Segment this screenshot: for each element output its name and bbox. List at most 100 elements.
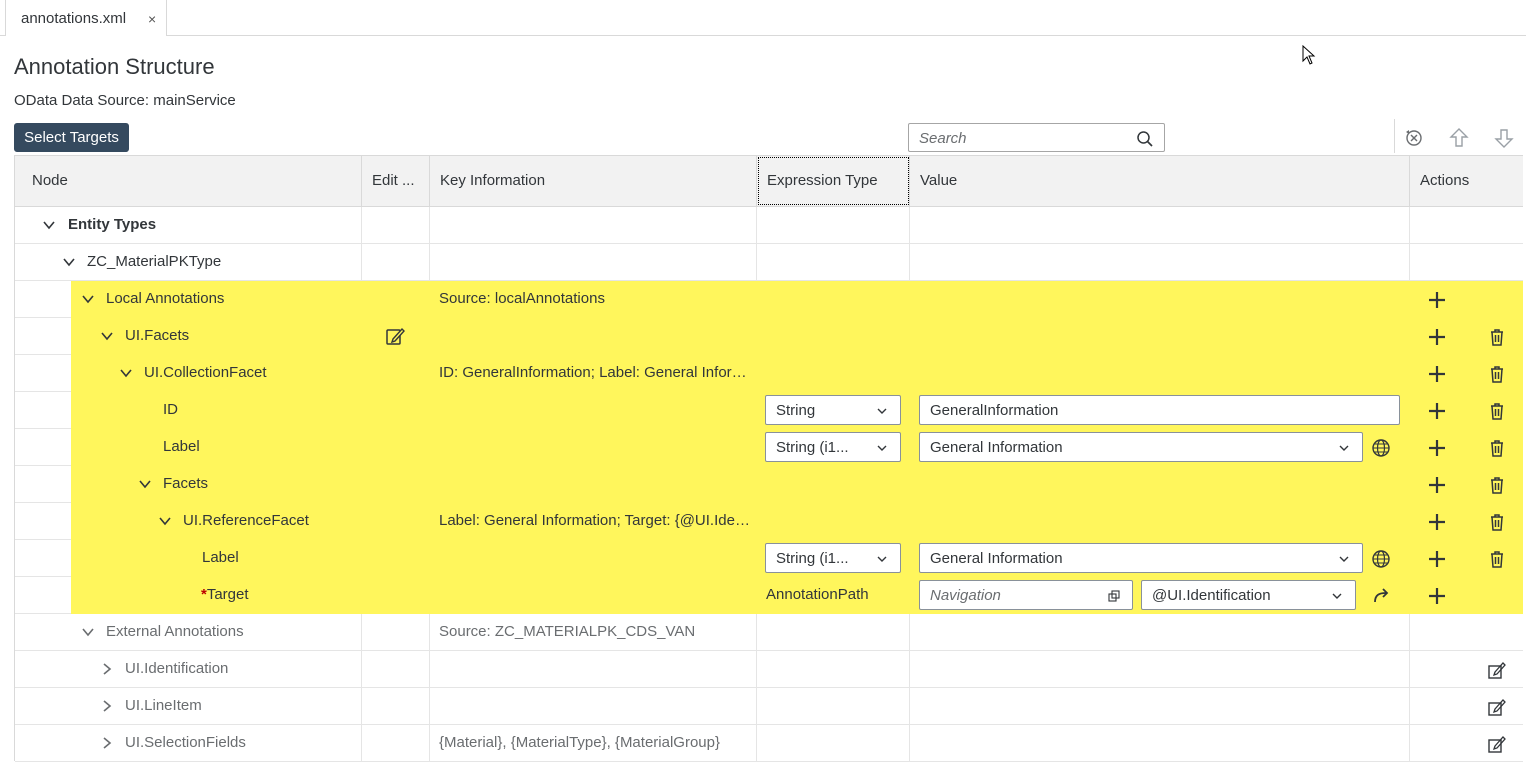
table-row[interactable]: ID String GeneralInformation — [15, 392, 1523, 429]
tab-label: annotations.xml — [21, 10, 127, 27]
collapse-chevron-icon[interactable] — [158, 514, 172, 528]
delete-icon[interactable] — [1487, 364, 1507, 384]
expand-chevron-icon[interactable] — [100, 736, 114, 750]
collapse-chevron-icon[interactable] — [100, 329, 114, 343]
table-row[interactable]: UI.Facets — [15, 318, 1523, 355]
annotation-path-combobox[interactable]: @UI.Identification — [1141, 580, 1356, 610]
expand-chevron-icon[interactable] — [100, 699, 114, 713]
table-row[interactable]: Entity Types — [15, 207, 1523, 244]
node-label: External Annotations — [106, 623, 244, 640]
collapse-chevron-icon[interactable] — [81, 625, 95, 639]
clear-filter-icon[interactable] — [1402, 126, 1426, 150]
row-highlight — [71, 466, 1523, 503]
add-icon[interactable] — [1427, 438, 1447, 458]
collapse-chevron-icon[interactable] — [42, 218, 56, 232]
value-combobox[interactable]: General Information — [919, 432, 1363, 462]
expression-type-select[interactable]: String — [765, 395, 901, 425]
delete-icon[interactable] — [1487, 327, 1507, 347]
table-row[interactable]: UI.CollectionFacet ID: GeneralInformatio… — [15, 355, 1523, 392]
collapse-chevron-icon[interactable] — [62, 255, 76, 269]
select-value: String — [776, 402, 816, 419]
move-down-icon[interactable] — [1492, 126, 1516, 150]
move-up-icon[interactable] — [1447, 126, 1471, 150]
value-combobox[interactable]: General Information — [919, 543, 1363, 573]
add-icon[interactable] — [1427, 512, 1447, 532]
combobox-value: @UI.Identification — [1152, 587, 1271, 604]
collapse-chevron-icon[interactable] — [138, 477, 152, 491]
table-row[interactable]: Local Annotations Source: localAnnotatio… — [15, 281, 1523, 318]
collapse-chevron-icon[interactable] — [81, 292, 95, 306]
add-icon[interactable] — [1427, 364, 1447, 384]
edit-external-icon[interactable] — [1487, 697, 1507, 717]
chevron-down-icon — [1332, 593, 1342, 599]
select-targets-button[interactable]: Select Targets — [14, 123, 129, 152]
edit-note-icon[interactable] — [385, 326, 405, 346]
column-header-edit[interactable]: Edit ... — [362, 156, 430, 206]
expression-type-select[interactable]: String (i1... — [765, 432, 901, 462]
table-row[interactable]: UI.LineItem — [15, 688, 1523, 725]
collapse-chevron-icon[interactable] — [119, 366, 133, 380]
delete-icon[interactable] — [1487, 438, 1507, 458]
node-label: Local Annotations — [106, 290, 225, 307]
add-icon[interactable] — [1427, 475, 1447, 495]
input-value: GeneralInformation — [930, 402, 1059, 419]
delete-icon[interactable] — [1487, 512, 1507, 532]
tab-close-icon[interactable]: × — [148, 11, 156, 27]
combobox-value: General Information — [930, 550, 1063, 567]
table-row[interactable]: Label String (i1... General Information — [15, 429, 1523, 466]
column-header-expression-type[interactable]: Expression Type — [757, 156, 910, 206]
value-help-icon[interactable] — [1108, 590, 1120, 602]
key-information: Source: ZC_MATERIALPK_CDS_VAN — [439, 623, 696, 640]
node-label: Label — [163, 438, 200, 455]
add-icon[interactable] — [1427, 401, 1447, 421]
globe-icon[interactable] — [1371, 438, 1391, 458]
table-row[interactable]: Label String (i1... General Information — [15, 540, 1523, 577]
page-title: Annotation Structure — [14, 54, 215, 79]
edit-external-icon[interactable] — [1487, 660, 1507, 680]
column-header-value[interactable]: Value — [910, 156, 1410, 206]
node-label: ZC_MaterialPKType — [87, 253, 222, 270]
delete-icon[interactable] — [1487, 549, 1507, 569]
delete-icon[interactable] — [1487, 475, 1507, 495]
key-information: ID: GeneralInformation; Label: General I… — [439, 364, 751, 381]
expand-chevron-icon[interactable] — [100, 662, 114, 676]
delete-icon[interactable] — [1487, 401, 1507, 421]
column-header-actions[interactable]: Actions — [1410, 156, 1523, 206]
key-information: {Material}, {MaterialType}, {MaterialGro… — [439, 734, 720, 751]
node-label: *Target — [201, 586, 249, 603]
node-label: ID — [163, 401, 178, 418]
node-label: UI.CollectionFacet — [144, 364, 267, 381]
navigate-forward-icon[interactable] — [1371, 586, 1391, 606]
search-icon[interactable] — [1136, 130, 1154, 148]
add-icon[interactable] — [1427, 586, 1447, 606]
tab-annotations-xml[interactable]: annotations.xml × — [5, 0, 167, 36]
select-value: String (i1... — [776, 439, 849, 456]
add-icon[interactable] — [1427, 327, 1447, 347]
globe-icon[interactable] — [1371, 549, 1391, 569]
node-label: UI.LineItem — [125, 697, 202, 714]
add-icon[interactable] — [1427, 549, 1447, 569]
search-input[interactable] — [919, 129, 1129, 147]
table-row[interactable]: ZC_MaterialPKType — [15, 244, 1523, 281]
chevron-down-icon — [877, 445, 887, 451]
navigation-input[interactable]: Navigation — [919, 580, 1133, 610]
row-highlight — [71, 281, 1523, 318]
value-input[interactable]: GeneralInformation — [919, 395, 1400, 425]
add-icon[interactable] — [1427, 290, 1447, 310]
node-label: Facets — [163, 475, 209, 492]
table-row[interactable]: UI.SelectionFields {Material}, {Material… — [15, 725, 1523, 762]
column-header-key-information[interactable]: Key Information — [430, 156, 757, 206]
edit-external-icon[interactable] — [1487, 734, 1507, 754]
table-row[interactable]: *Target AnnotationPath Navigation @UI.Id… — [15, 577, 1523, 614]
column-header-node[interactable]: Node — [15, 156, 362, 206]
node-label: UI.SelectionFields — [125, 734, 246, 751]
node-label-text: Target — [206, 586, 249, 603]
table-row[interactable]: UI.ReferenceFacet Label: General Informa… — [15, 503, 1523, 540]
table-row[interactable]: UI.Identification — [15, 651, 1523, 688]
mouse-cursor-icon — [1302, 45, 1316, 65]
table-row[interactable]: Facets — [15, 466, 1523, 503]
expression-type-select[interactable]: String (i1... — [765, 543, 901, 573]
search-field[interactable] — [908, 123, 1165, 152]
combobox-value: General Information — [930, 439, 1063, 456]
table-row[interactable]: External Annotations Source: ZC_MATERIAL… — [15, 614, 1523, 651]
